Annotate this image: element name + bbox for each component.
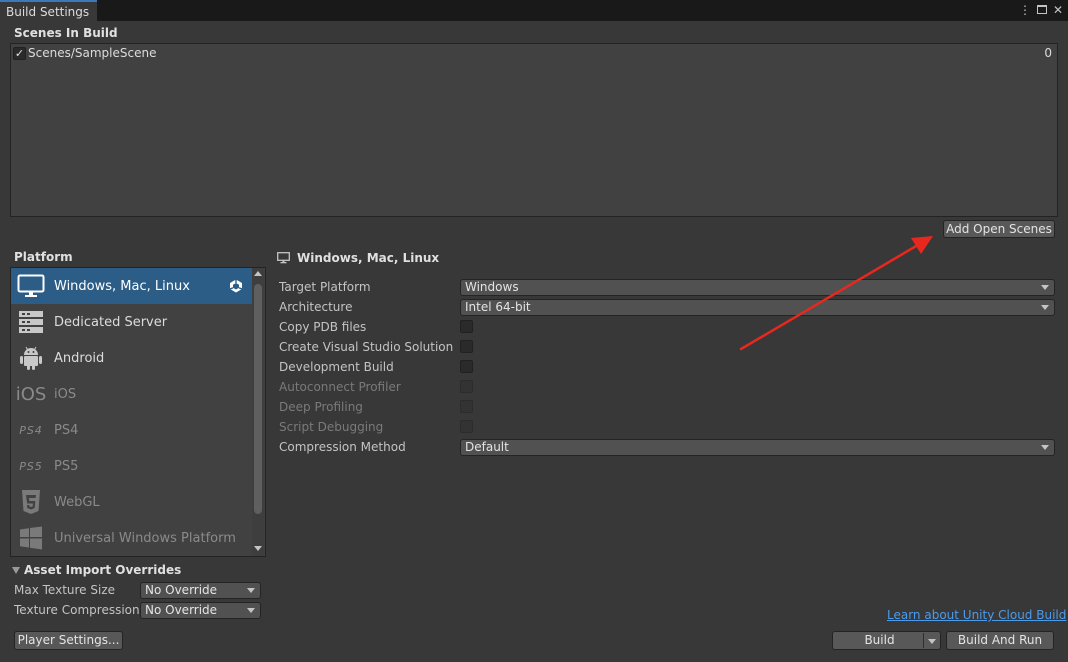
window-tab-bar — [0, 0, 1068, 21]
settings-header: Windows, Mac, Linux — [297, 251, 440, 265]
build-button[interactable]: Build — [832, 631, 941, 650]
scroll-thumb[interactable] — [254, 284, 262, 514]
server-icon — [13, 304, 49, 340]
platform-item-webgl[interactable]: WebGL — [11, 484, 253, 520]
development-build-checkbox[interactable] — [460, 360, 473, 373]
platform-label: Windows, Mac, Linux — [54, 278, 190, 294]
platform-item-ps5[interactable]: PS5 PS5 — [11, 448, 253, 484]
scene-index: 0 — [1044, 46, 1052, 60]
scroll-up-icon[interactable] — [254, 271, 262, 276]
scenes-in-build-title: Scenes In Build — [14, 26, 118, 40]
platform-label: iOS — [54, 386, 77, 402]
deep-profiling-label: Deep Profiling — [279, 400, 363, 414]
asset-import-overrides-title[interactable]: Asset Import Overrides — [24, 563, 181, 577]
platform-item-android[interactable]: Android — [11, 340, 253, 376]
copy-pdb-label: Copy PDB files — [279, 320, 367, 334]
close-icon[interactable]: ✕ — [1052, 3, 1064, 17]
platform-list-scrollbar[interactable] — [252, 268, 264, 556]
foldout-expanded-icon[interactable] — [12, 567, 20, 574]
copy-pdb-checkbox[interactable] — [460, 320, 473, 333]
build-and-run-button[interactable]: Build And Run — [946, 631, 1054, 650]
compression-method-dropdown[interactable]: Default — [460, 439, 1055, 456]
platform-label: Android — [54, 350, 105, 366]
monitor-icon — [277, 252, 290, 267]
monitor-icon — [13, 268, 49, 304]
max-texture-size-value: No Override — [145, 583, 218, 597]
platform-label: Universal Windows Platform — [54, 530, 236, 546]
compression-method-value: Default — [465, 440, 509, 454]
max-texture-size-dropdown[interactable]: No Override — [140, 582, 261, 599]
platform-item-ios[interactable]: iOS iOS — [11, 376, 253, 412]
android-icon — [13, 340, 49, 376]
texture-compression-value: No Override — [145, 603, 218, 617]
deep-profiling-checkbox — [460, 400, 473, 413]
chevron-down-icon — [1041, 445, 1049, 450]
script-debugging-checkbox — [460, 420, 473, 433]
autoconnect-profiler-label: Autoconnect Profiler — [279, 380, 401, 394]
html5-icon — [13, 484, 49, 520]
tab-build-settings[interactable]: Build Settings — [0, 0, 97, 21]
red-annotation-arrow — [739, 236, 933, 351]
platform-list[interactable]: Windows, Mac, Linux Dedicated Server And… — [10, 267, 266, 557]
windows-logo-icon — [13, 520, 49, 556]
chevron-down-icon — [247, 588, 255, 593]
add-open-scenes-button[interactable]: Add Open Scenes — [943, 220, 1055, 238]
ps5-icon: PS5 — [19, 459, 43, 473]
ios-icon: iOS — [15, 383, 47, 405]
build-label: Build — [864, 633, 895, 647]
architecture-label: Architecture — [279, 300, 353, 314]
scene-row[interactable]: ✓ Scenes/SampleScene 0 — [12, 45, 1056, 61]
create-vs-solution-label: Create Visual Studio Solution — [279, 340, 454, 354]
platform-label: PS4 — [54, 422, 79, 438]
max-texture-size-label: Max Texture Size — [14, 583, 115, 597]
compression-method-label: Compression Method — [279, 440, 406, 454]
platform-item-windows-mac-linux[interactable]: Windows, Mac, Linux — [11, 268, 253, 304]
texture-compression-label: Texture Compression — [14, 603, 140, 617]
platform-item-dedicated-server[interactable]: Dedicated Server — [11, 304, 253, 340]
platform-label: Dedicated Server — [54, 314, 168, 330]
target-platform-value: Windows — [465, 280, 519, 294]
scroll-down-icon[interactable] — [254, 546, 262, 551]
create-vs-solution-checkbox[interactable] — [460, 340, 473, 353]
kebab-menu-icon[interactable]: ⋮ — [1019, 3, 1031, 17]
split-divider — [923, 633, 924, 648]
texture-compression-dropdown[interactable]: No Override — [140, 602, 261, 619]
platform-title: Platform — [14, 250, 73, 264]
chevron-down-icon — [247, 608, 255, 613]
platform-label: PS5 — [54, 458, 79, 474]
architecture-value: Intel 64-bit — [465, 300, 531, 314]
player-settings-button[interactable]: Player Settings... — [14, 631, 123, 650]
scenes-list[interactable]: ✓ Scenes/SampleScene 0 — [10, 43, 1058, 217]
unity-logo-icon — [229, 279, 243, 293]
platform-item-uwp[interactable]: Universal Windows Platform — [11, 520, 253, 556]
scene-name: Scenes/SampleScene — [28, 46, 157, 60]
build-options-chevron-icon[interactable] — [928, 639, 936, 644]
script-debugging-label: Script Debugging — [279, 420, 384, 434]
platform-label: WebGL — [54, 494, 100, 510]
learn-cloud-build-link[interactable]: Learn about Unity Cloud Build — [887, 608, 1066, 622]
platform-item-ps4[interactable]: PS4 PS4 — [11, 412, 253, 448]
target-platform-label: Target Platform — [279, 280, 371, 294]
autoconnect-profiler-checkbox — [460, 380, 473, 393]
development-build-label: Development Build — [279, 360, 394, 374]
chevron-down-icon — [1041, 285, 1049, 290]
maximize-icon[interactable] — [1036, 3, 1048, 17]
scene-include-checkbox[interactable]: ✓ — [13, 47, 26, 60]
ps4-icon: PS4 — [19, 423, 43, 437]
chevron-down-icon — [1041, 305, 1049, 310]
